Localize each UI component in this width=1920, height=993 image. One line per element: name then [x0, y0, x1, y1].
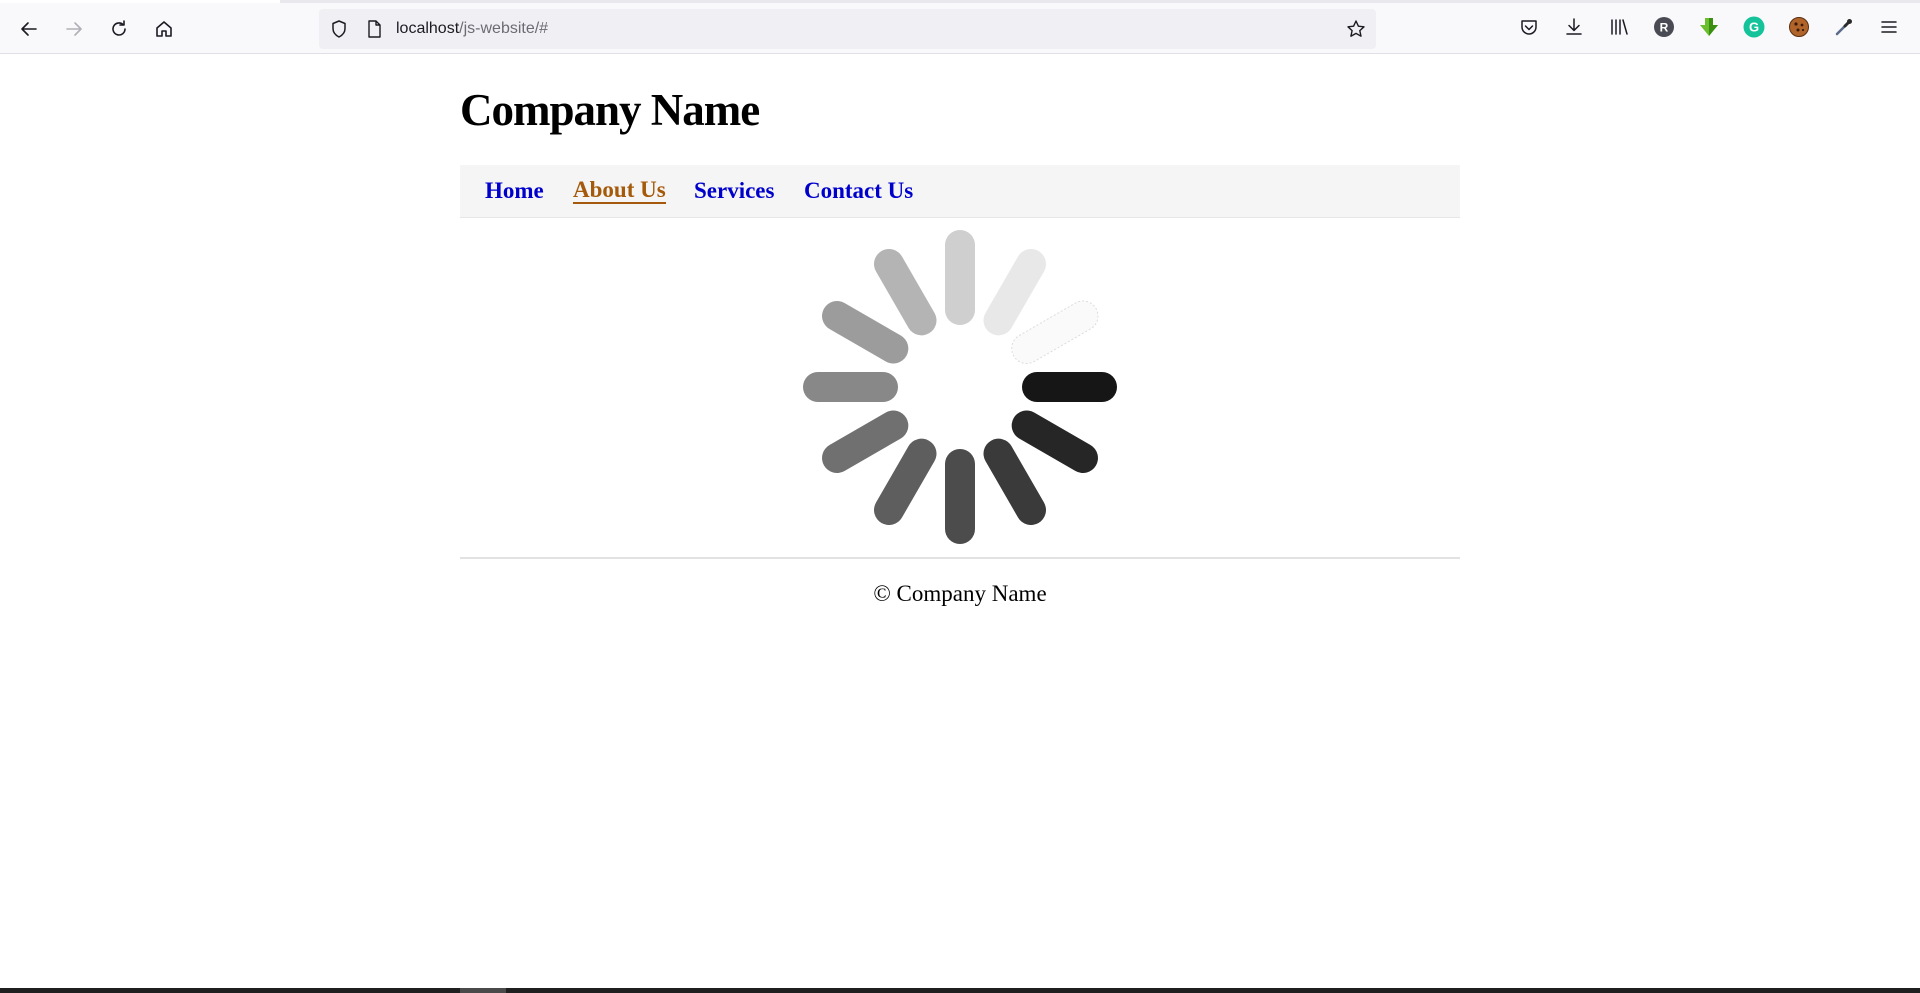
forward-button[interactable]	[58, 13, 90, 45]
menu-icon	[1881, 21, 1897, 33]
reload-button[interactable]	[103, 13, 135, 45]
cookie-extension-icon	[1789, 17, 1809, 37]
site-navbar: Home About Us Services Contact Us	[460, 165, 1460, 218]
loading-spinner-icon	[803, 230, 1117, 544]
green-arrow-extension-icon	[1700, 18, 1718, 36]
profile-button[interactable]: R	[1653, 16, 1675, 38]
cookie-extension-button[interactable]	[1788, 16, 1810, 38]
nav-link-contact-us[interactable]: Contact Us	[804, 178, 913, 204]
spinner-spoke	[945, 230, 975, 325]
footer-copyright: © Company Name	[873, 581, 1047, 606]
nav-link-services[interactable]: Services	[694, 178, 774, 204]
active-tab-indicator	[0, 0, 280, 3]
profile-letter: R	[1660, 21, 1669, 35]
green-arrow-extension-button[interactable]	[1698, 16, 1720, 38]
bottom-status-strip	[0, 988, 1920, 993]
library-button[interactable]	[1608, 16, 1630, 38]
spinner-spoke	[1022, 372, 1117, 402]
site-title: Company Name	[460, 85, 760, 135]
url-text[interactable]: localhost/js-website/#	[396, 18, 548, 40]
tracking-protection-shield-icon[interactable]	[329, 19, 349, 39]
url-path: /js-website/#	[459, 20, 549, 37]
spinner-spoke	[945, 449, 975, 544]
eyedropper-button[interactable]	[1833, 16, 1855, 38]
home-icon	[156, 21, 172, 37]
bottom-status-marker	[460, 988, 506, 993]
spinner-spoke	[803, 372, 898, 402]
back-arrow-icon	[21, 22, 37, 36]
home-button[interactable]	[148, 13, 180, 45]
grammarly-icon: G	[1743, 16, 1765, 38]
pocket-button[interactable]	[1518, 16, 1540, 38]
forward-arrow-icon	[66, 22, 82, 36]
profile-icon: R	[1654, 17, 1674, 37]
url-host: localhost	[396, 20, 460, 37]
pocket-icon	[1521, 20, 1537, 35]
page-info-icon[interactable]	[364, 19, 384, 39]
nav-link-about-us[interactable]: About Us	[573, 178, 666, 204]
library-icon	[1611, 19, 1628, 35]
reload-icon	[112, 20, 126, 36]
bookmark-star-icon[interactable]	[1346, 19, 1366, 39]
back-button[interactable]	[13, 13, 45, 45]
footer-divider	[460, 557, 1460, 559]
grammarly-button[interactable]: G	[1743, 16, 1765, 38]
downloads-icon	[1566, 18, 1582, 35]
downloads-button[interactable]	[1563, 16, 1585, 38]
nav-link-home[interactable]: Home	[485, 178, 544, 204]
tab-strip	[0, 0, 1920, 3]
eyedropper-icon	[1835, 19, 1852, 36]
app-menu-button[interactable]	[1878, 16, 1900, 38]
grammarly-letter: G	[1749, 20, 1759, 35]
browser-toolbar: localhost/js-website/# R G	[0, 0, 1920, 54]
address-bar[interactable]: localhost/js-website/#	[319, 9, 1376, 49]
